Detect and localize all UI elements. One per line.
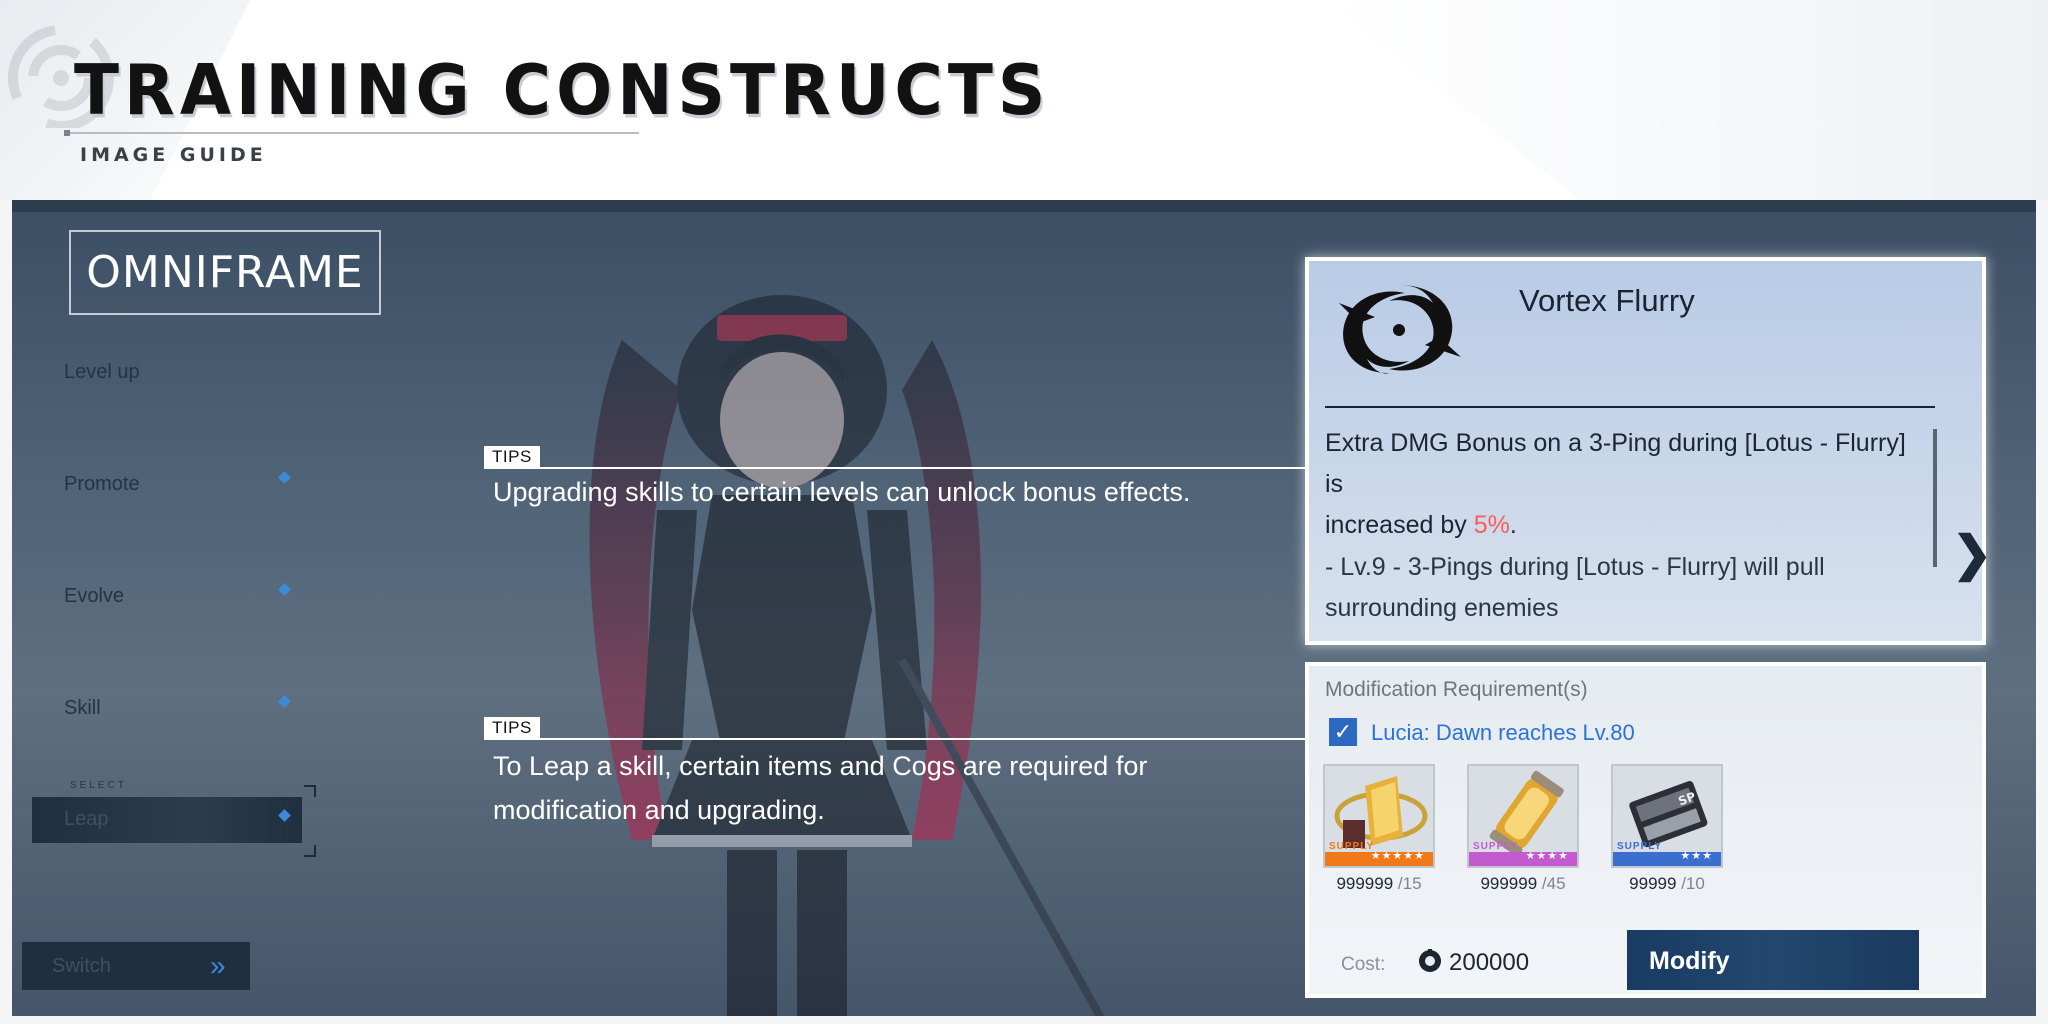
- modify-label: Modify: [1649, 947, 1730, 975]
- material-count-1: 999999 /15: [1323, 874, 1435, 894]
- page-subtitle: IMAGE GUIDE: [80, 144, 267, 166]
- sidebar-item-evolve[interactable]: Evolve: [64, 585, 124, 608]
- tip-pointer-line-1: [484, 467, 1306, 469]
- title-underline: [64, 132, 639, 134]
- evolve-indicator-icon: [278, 583, 291, 596]
- modification-card: Modification Requirement(s) ✓ Lucia: Daw…: [1305, 662, 1986, 998]
- skill-separator: [1325, 406, 1935, 408]
- material-count-2: 999999 /45: [1467, 874, 1579, 894]
- rarity-stripe-3: ★★★: [1613, 850, 1721, 866]
- modify-button[interactable]: Modify: [1627, 930, 1919, 990]
- supply-label-1: SUPPLY: [1329, 841, 1375, 852]
- skill-indicator-icon: [278, 695, 291, 708]
- omniframe-heading: OMNIFRAME: [69, 230, 381, 315]
- cog-coin-icon: [1419, 949, 1441, 972]
- modification-title: Modification Requirement(s): [1325, 678, 1588, 701]
- skill-description-line-2: increased by 5%.: [1325, 505, 1925, 546]
- material-have-3: 99999: [1629, 874, 1677, 893]
- select-label: SELECT: [70, 780, 127, 791]
- material-item-3[interactable]: SP SUPPLY ★★★: [1611, 764, 1723, 868]
- skill-bonus-line-2: surrounding enemies: [1325, 594, 1559, 622]
- sidebar-item-skill[interactable]: Skill: [64, 697, 101, 720]
- skill-desc-prefix: increased by: [1325, 511, 1474, 539]
- skill-bonus-description: - Lv.9 - 3-Pings during [Lotus - Flurry]…: [1325, 547, 1925, 629]
- cost-value: 200000: [1449, 949, 1530, 976]
- material-need-3: /10: [1681, 874, 1705, 893]
- tip-text-1: Upgrading skills to certain levels can u…: [493, 477, 1191, 507]
- skill-desc-highlight: 5%: [1473, 511, 1510, 539]
- material-count-3: 99999 /10: [1611, 874, 1723, 894]
- sidebar-item-leap[interactable]: Leap: [32, 797, 302, 843]
- skill-bonus-line-1: - Lv.9 - 3-Pings during [Lotus - Flurry]…: [1325, 553, 1825, 581]
- skill-name: Vortex Flurry: [1519, 283, 1695, 318]
- skill-detail-card: Vortex Flurry Extra DMG Bonus on a 3-Pin…: [1305, 257, 1992, 645]
- tip-text-2-line-2: modification and upgrading.: [493, 795, 825, 825]
- select-bracket-top-icon: [304, 785, 316, 797]
- page-title: TRAINING CONSTRUCTS: [74, 50, 1051, 131]
- rarity-stars-3: ★★★: [1680, 850, 1713, 862]
- cost-label: Cost:: [1341, 954, 1386, 975]
- material-have-2: 999999: [1480, 874, 1538, 893]
- material-need-1: /15: [1397, 874, 1422, 893]
- requirement-checkbox: ✓: [1329, 718, 1357, 746]
- sidebar-item-level-up[interactable]: Level up: [64, 361, 140, 384]
- supply-label-3: SUPPLY: [1617, 841, 1663, 852]
- title-underline-marker: [64, 130, 70, 136]
- next-page-arrow-icon[interactable]: ❯: [1952, 526, 1992, 582]
- sidebar-item-promote[interactable]: Promote: [64, 473, 140, 496]
- tip-badge-1: TIPS: [484, 446, 540, 468]
- material-item-1[interactable]: SUPPLY ★★★★★: [1323, 764, 1435, 868]
- promote-indicator-icon: [278, 471, 291, 484]
- rarity-stars-2: ★★★★: [1525, 850, 1569, 862]
- rarity-stars-1: ★★★★★: [1370, 850, 1425, 862]
- skill-description: Extra DMG Bonus on a 3-Ping during [Lotu…: [1325, 423, 1925, 546]
- material-need-2: /45: [1541, 874, 1566, 893]
- select-bracket-bottom-icon: [304, 845, 316, 857]
- leap-label: Leap: [64, 808, 109, 830]
- switch-button[interactable]: Switch »: [22, 942, 250, 990]
- material-item-2[interactable]: SUPPLY ★★★★: [1467, 764, 1579, 868]
- description-scrollbar[interactable]: [1933, 429, 1937, 567]
- double-chevron-right-icon: »: [210, 950, 225, 981]
- skill-description-line-1: Extra DMG Bonus on a 3-Ping during [Lotu…: [1325, 429, 1906, 498]
- tip-badge-2: TIPS: [484, 717, 540, 739]
- skill-desc-suffix: .: [1509, 511, 1517, 539]
- switch-label: Switch: [52, 955, 111, 977]
- tip-pointer-line-2: [484, 738, 1306, 740]
- rarity-stripe-2: ★★★★: [1469, 850, 1577, 866]
- swirl-skill-icon: [1339, 285, 1461, 374]
- requirement-text: Lucia: Dawn reaches Lv.80: [1371, 720, 1635, 745]
- material-have-1: 999999: [1336, 874, 1394, 893]
- tip-text-2-line-1: To Leap a skill, certain items and Cogs …: [493, 751, 1148, 781]
- character-illustration: [589, 295, 1105, 1016]
- rarity-stripe-1: ★★★★★: [1325, 850, 1433, 866]
- game-top-bar: [12, 200, 2036, 212]
- supply-label-2: SUPPLY: [1473, 841, 1519, 852]
- leap-indicator-icon: [278, 809, 291, 822]
